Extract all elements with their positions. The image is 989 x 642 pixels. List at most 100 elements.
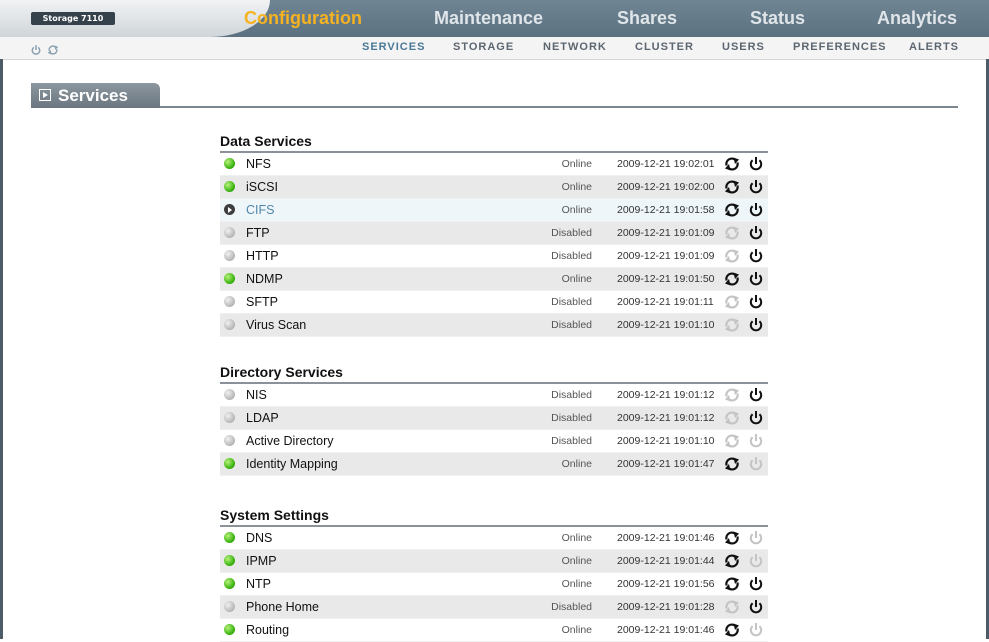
subnav-network[interactable]: NETWORK	[543, 41, 607, 53]
restart-icon[interactable]	[724, 576, 740, 592]
service-timestamp: 2009-12-21 19:01:44	[617, 555, 715, 567]
service-row[interactable]: FTP Disabled 2009-12-21 19:01:09	[220, 222, 768, 245]
restart-icon	[724, 410, 740, 426]
service-timestamp: 2009-12-21 19:01:46	[617, 532, 715, 544]
service-timestamp: 2009-12-21 19:02:01	[617, 158, 715, 170]
subnav-preferences[interactable]: PREFERENCES	[793, 41, 887, 53]
service-name: DNS	[246, 531, 273, 545]
power-icon[interactable]	[748, 202, 764, 218]
service-name: Virus Scan	[246, 318, 307, 332]
section-data-services: Data Services NFS Online 2009-12-21 19:02:…	[220, 131, 768, 337]
frame-left-border	[0, 59, 3, 639]
service-row[interactable]: IPMP Online 2009-12-21 19:01:44	[220, 550, 768, 573]
power-icon	[748, 433, 764, 449]
power-icon[interactable]	[748, 179, 764, 195]
power-icon[interactable]	[748, 410, 764, 426]
service-row[interactable]: Identity Mapping Online 2009-12-21 19:01:4…	[220, 453, 768, 476]
restart-icon	[724, 387, 740, 403]
service-row[interactable]: DNS Online 2009-12-21 19:01:46	[220, 527, 768, 550]
restart-icon[interactable]	[724, 530, 740, 546]
status-gray-dot-icon	[224, 412, 235, 423]
subnav-users[interactable]: USERS	[722, 41, 765, 53]
restart-icon[interactable]	[724, 156, 740, 172]
power-icon[interactable]	[30, 41, 42, 55]
restart-icon[interactable]	[724, 456, 740, 472]
service-name: NDMP	[246, 272, 283, 286]
power-icon[interactable]	[748, 294, 764, 310]
service-timestamp: 2009-12-21 19:01:11	[617, 296, 714, 308]
nav-shares[interactable]: Shares	[617, 8, 677, 29]
service-row[interactable]: iSCSI Online 2009-12-21 19:02:00	[220, 176, 768, 199]
service-row[interactable]: NTP Online 2009-12-21 19:01:56	[220, 573, 768, 596]
service-row[interactable]: SFTP Disabled 2009-12-21 19:01:11	[220, 291, 768, 314]
service-timestamp: 2009-12-21 19:01:56	[617, 578, 715, 590]
title-divider	[160, 106, 958, 108]
service-name: CIFS	[246, 203, 275, 217]
service-timestamp: 2009-12-21 19:01:09	[617, 250, 715, 262]
service-row[interactable]: NIS Disabled 2009-12-21 19:01:12	[220, 384, 768, 407]
service-row[interactable]: Active Directory Disabled 2009-12-21 19:01…	[220, 430, 768, 453]
status-gray-dot-icon	[224, 227, 235, 238]
power-icon[interactable]	[748, 271, 764, 287]
service-status: Disabled	[551, 227, 592, 239]
subnav-alerts[interactable]: ALERTS	[909, 41, 959, 53]
power-icon[interactable]	[748, 156, 764, 172]
restart-icon[interactable]	[724, 553, 740, 569]
service-status: Online	[561, 532, 592, 544]
restart-icon[interactable]	[724, 179, 740, 195]
status-green-dot-icon	[224, 555, 235, 566]
nav-maintenance[interactable]: Maintenance	[434, 8, 543, 29]
status-green-dot-icon	[224, 624, 235, 635]
status-green-dot-icon	[224, 532, 235, 543]
status-gray-dot-icon	[224, 435, 235, 446]
service-row[interactable]: CIFS Online 2009-12-21 19:01:58	[220, 199, 768, 222]
service-status: Online	[561, 578, 592, 590]
service-row[interactable]: Phone Home Disabled 2009-12-21 19:01:28	[220, 596, 768, 619]
status-green-dot-icon	[224, 578, 235, 589]
restart-icon	[724, 599, 740, 615]
subnav-storage[interactable]: STORAGE	[453, 41, 514, 53]
status-green-dot-icon	[224, 273, 235, 284]
restart-icon[interactable]	[724, 271, 740, 287]
service-name: IPMP	[246, 554, 277, 568]
service-status: Disabled	[551, 435, 592, 447]
nav-status[interactable]: Status	[750, 8, 805, 29]
nav-analytics[interactable]: Analytics	[877, 8, 957, 29]
power-icon[interactable]	[748, 317, 764, 333]
restart-icon	[724, 433, 740, 449]
service-row[interactable]: NFS Online 2009-12-21 19:02:01	[220, 153, 768, 176]
restart-icon[interactable]	[724, 622, 740, 638]
section-title: Data Services	[220, 131, 768, 153]
power-icon[interactable]	[748, 248, 764, 264]
play-icon	[39, 89, 51, 101]
service-timestamp: 2009-12-21 19:01:50	[617, 273, 715, 285]
service-timestamp: 2009-12-21 19:01:10	[617, 319, 715, 331]
restart-icon[interactable]	[47, 41, 59, 55]
service-status: Disabled	[551, 412, 592, 424]
service-name: Phone Home	[246, 600, 319, 614]
service-row[interactable]: LDAP Disabled 2009-12-21 19:01:12	[220, 407, 768, 430]
service-row[interactable]: Virus Scan Disabled 2009-12-21 19:01:10	[220, 314, 768, 337]
subnav-cluster[interactable]: CLUSTER	[635, 41, 694, 53]
restart-icon	[724, 248, 740, 264]
power-icon[interactable]	[748, 576, 764, 592]
section-directory-services: Directory Services NIS Disabled 2009-12-21…	[220, 362, 768, 476]
service-name: FTP	[246, 226, 270, 240]
power-icon[interactable]	[748, 225, 764, 241]
status-green-dot-icon	[224, 458, 235, 469]
service-timestamp: 2009-12-21 19:01:09	[617, 227, 715, 239]
service-name: Active Directory	[246, 434, 334, 448]
power-icon[interactable]	[748, 599, 764, 615]
power-icon[interactable]	[748, 387, 764, 403]
sub-nav-bar: SERVICES STORAGE NETWORK CLUSTER USERS P…	[0, 37, 989, 60]
subnav-services[interactable]: SERVICES	[362, 41, 425, 53]
service-row[interactable]: NDMP Online 2009-12-21 19:01:50	[220, 268, 768, 291]
service-timestamp: 2009-12-21 19:01:47	[617, 458, 715, 470]
service-row[interactable]: HTTP Disabled 2009-12-21 19:01:09	[220, 245, 768, 268]
nav-configuration[interactable]: Configuration	[244, 8, 362, 29]
section-title: Directory Services	[220, 362, 768, 384]
restart-icon[interactable]	[724, 202, 740, 218]
service-timestamp: 2009-12-21 19:01:10	[617, 435, 715, 447]
page-title: Services	[58, 86, 128, 105]
service-status: Online	[561, 555, 592, 567]
